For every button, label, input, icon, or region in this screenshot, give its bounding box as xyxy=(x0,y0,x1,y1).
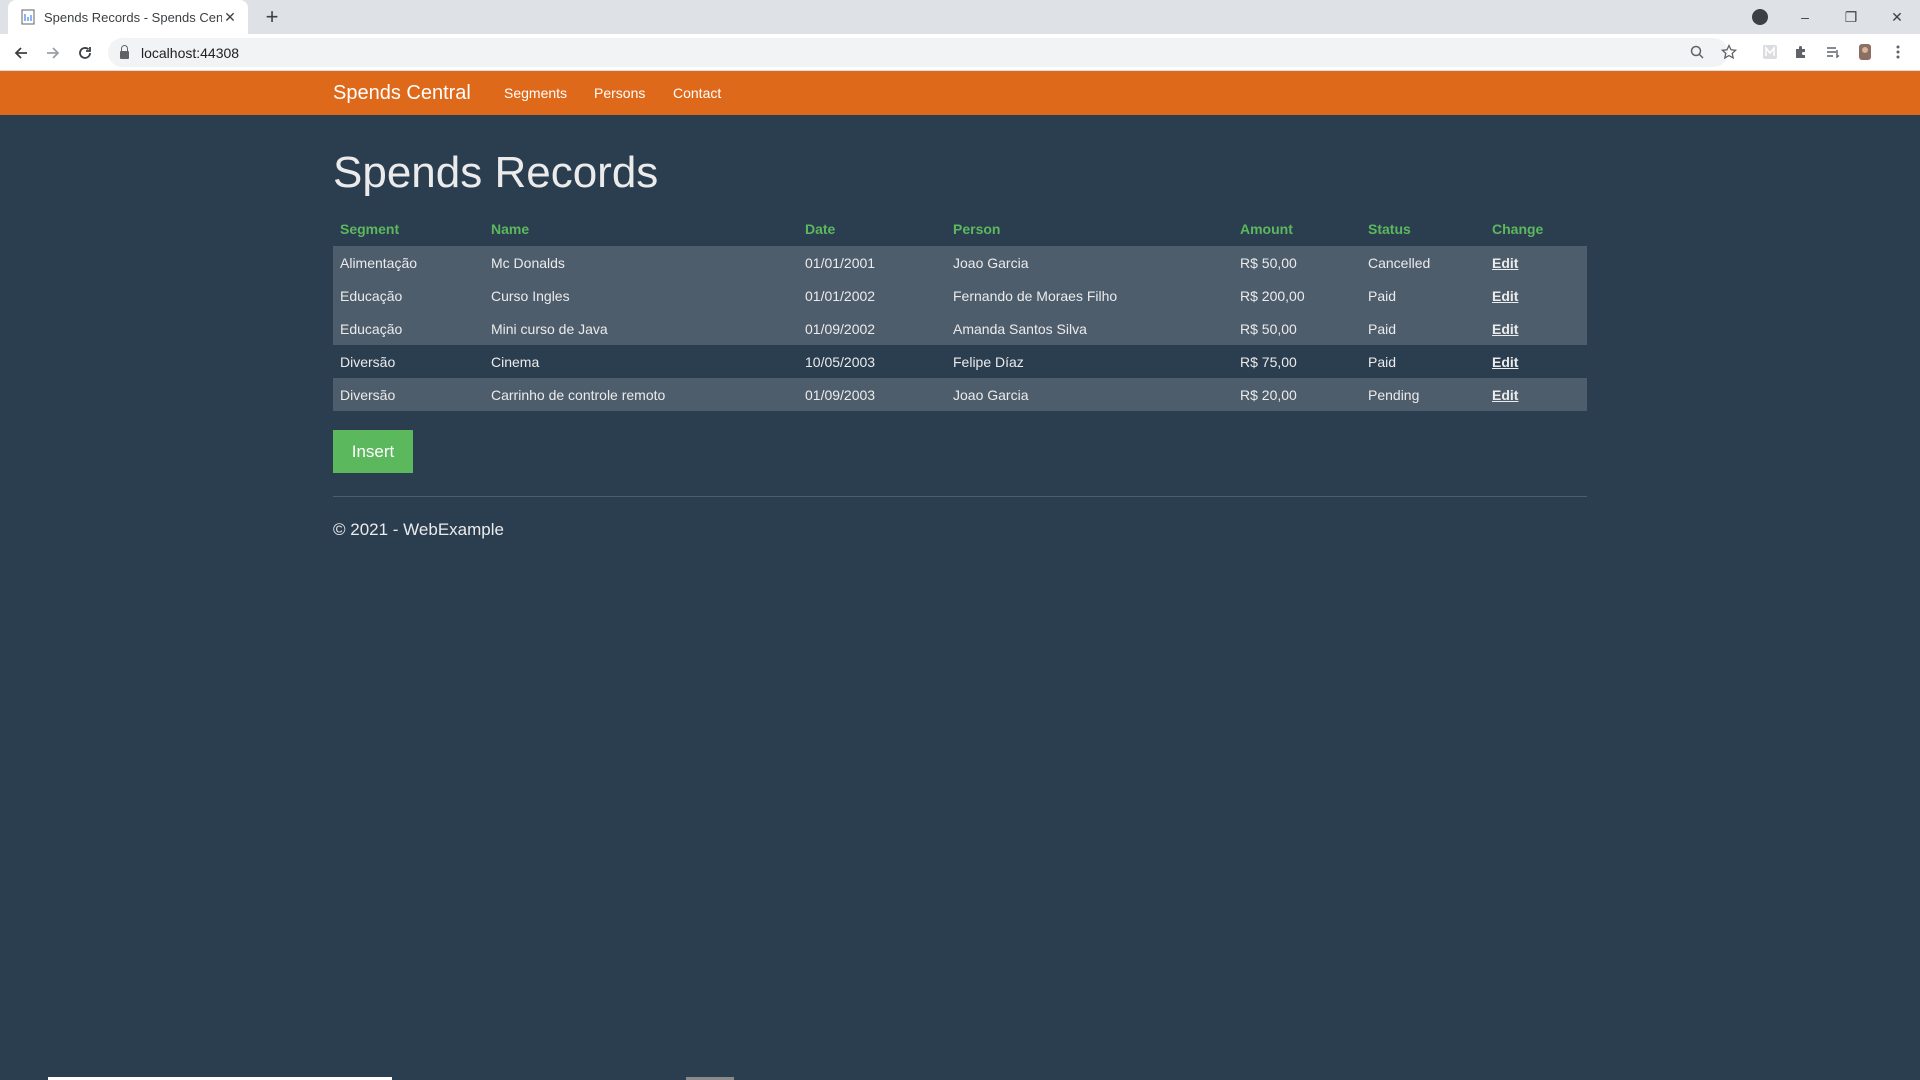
cell-person: Joao Garcia xyxy=(946,246,1233,279)
edit-link[interactable]: Edit xyxy=(1492,354,1518,370)
cell-segment: Educação xyxy=(333,312,484,345)
column-header-status: Status xyxy=(1368,221,1411,237)
cell-date: 01/01/2001 xyxy=(798,246,946,279)
profile-avatar-icon[interactable] xyxy=(1856,43,1874,61)
cell-date: 01/09/2003 xyxy=(798,378,946,411)
column-header-segment: Segment xyxy=(340,221,400,237)
tab-search-icon[interactable] xyxy=(1752,9,1768,25)
cell-change: Edit xyxy=(1485,279,1587,312)
edit-link[interactable]: Edit xyxy=(1492,255,1518,271)
nav-link-segments[interactable]: Segments xyxy=(504,85,567,101)
nav-link-persons[interactable]: Persons xyxy=(594,85,645,101)
cell-segment: Alimentação xyxy=(333,246,484,279)
page-icon xyxy=(21,9,35,25)
lock-icon[interactable] xyxy=(120,44,129,59)
column-header-date: Date xyxy=(805,221,836,237)
zoom-icon[interactable] xyxy=(1689,44,1705,60)
browser-toolbar: localhost:44308 xyxy=(0,34,1920,71)
cell-status: Paid xyxy=(1361,312,1485,345)
cell-amount: R$ 50,00 xyxy=(1233,246,1361,279)
divider xyxy=(333,496,1587,497)
cell-person: Amanda Santos Silva xyxy=(946,312,1233,345)
new-tab-button[interactable]: + xyxy=(260,5,284,29)
cell-name: Cinema xyxy=(484,345,798,378)
cell-date: 10/05/2003 xyxy=(798,345,946,378)
edit-link[interactable]: Edit xyxy=(1492,387,1518,403)
cell-status: Paid xyxy=(1361,279,1485,312)
edit-link[interactable]: Edit xyxy=(1492,321,1518,337)
column-header-change: Change xyxy=(1492,221,1544,237)
reading-list-icon[interactable] xyxy=(1824,43,1842,61)
cell-status: Paid xyxy=(1361,345,1485,378)
browser-tab-strip: Spends Records - Spends Central ✕ + – ❐ … xyxy=(0,0,1920,34)
back-arrow-icon[interactable] xyxy=(7,39,35,67)
extension-m-icon[interactable] xyxy=(1761,43,1779,61)
cell-person: Joao Garcia xyxy=(946,378,1233,411)
column-header-amount: Amount xyxy=(1240,221,1293,237)
cell-change: Edit xyxy=(1485,246,1587,279)
cell-date: 01/01/2002 xyxy=(798,279,946,312)
table-row: Diversão Carrinho de controle remoto 01/… xyxy=(333,378,1587,411)
cell-status: Pending xyxy=(1361,378,1485,411)
browser-tab[interactable]: Spends Records - Spends Central ✕ xyxy=(8,0,248,34)
spends-table: Segment Name Date Person Amount Status C… xyxy=(333,212,1587,411)
cell-name: Carrinho de controle remoto xyxy=(484,378,798,411)
table-row: Educação Curso Ingles 01/01/2002 Fernand… xyxy=(333,279,1587,312)
close-window-button[interactable]: ✕ xyxy=(1874,0,1920,34)
footer-text: © 2021 - WebExample xyxy=(333,520,504,539)
tab-close-icon[interactable]: ✕ xyxy=(222,9,238,25)
restore-button[interactable]: ❐ xyxy=(1828,0,1874,34)
table-row: Diversão Cinema 10/05/2003 Felipe Díaz R… xyxy=(333,345,1587,378)
table-header-row: Segment Name Date Person Amount Status C… xyxy=(333,212,1587,246)
cell-person: Fernando de Moraes Filho xyxy=(946,279,1233,312)
column-header-name: Name xyxy=(491,221,530,237)
cell-segment: Diversão xyxy=(333,345,484,378)
url-text[interactable]: localhost:44308 xyxy=(141,45,239,61)
cell-change: Edit xyxy=(1485,345,1587,378)
tab-title: Spends Records - Spends Central xyxy=(44,9,222,25)
bookmark-star-icon[interactable] xyxy=(1721,44,1737,60)
main-content: Spends Records Segment Name Date Person … xyxy=(333,115,1587,539)
cell-segment: Educação xyxy=(333,279,484,312)
minimize-button[interactable]: – xyxy=(1782,0,1828,34)
cell-amount: R$ 75,00 xyxy=(1233,345,1361,378)
cell-change: Edit xyxy=(1485,312,1587,345)
address-bar[interactable]: localhost:44308 xyxy=(108,38,1728,67)
chrome-menu-icon[interactable] xyxy=(1889,43,1907,61)
cell-change: Edit xyxy=(1485,378,1587,411)
column-header-person: Person xyxy=(953,221,1001,237)
cell-amount: R$ 20,00 xyxy=(1233,378,1361,411)
reload-icon[interactable] xyxy=(71,39,99,67)
table-row: Educação Mini curso de Java 01/09/2002 A… xyxy=(333,312,1587,345)
insert-button[interactable]: Insert xyxy=(333,430,413,473)
forward-arrow-icon[interactable] xyxy=(39,39,67,67)
cell-status: Cancelled xyxy=(1361,246,1485,279)
page-title: Spends Records xyxy=(333,148,659,197)
cell-name: Mc Donalds xyxy=(484,246,798,279)
cell-name: Mini curso de Java xyxy=(484,312,798,345)
cell-person: Felipe Díaz xyxy=(946,345,1233,378)
cell-segment: Diversão xyxy=(333,378,484,411)
brand-link[interactable]: Spends Central xyxy=(333,82,471,105)
nav-link-contact[interactable]: Contact xyxy=(673,85,721,101)
table-row: Alimentação Mc Donalds 01/01/2001 Joao G… xyxy=(333,246,1587,279)
cell-name: Curso Ingles xyxy=(484,279,798,312)
cell-date: 01/09/2002 xyxy=(798,312,946,345)
cell-amount: R$ 50,00 xyxy=(1233,312,1361,345)
cell-amount: R$ 200,00 xyxy=(1233,279,1361,312)
site-navbar: Spends Central Segments Persons Contact xyxy=(0,71,1920,115)
extensions-puzzle-icon[interactable] xyxy=(1792,43,1810,61)
edit-link[interactable]: Edit xyxy=(1492,288,1518,304)
